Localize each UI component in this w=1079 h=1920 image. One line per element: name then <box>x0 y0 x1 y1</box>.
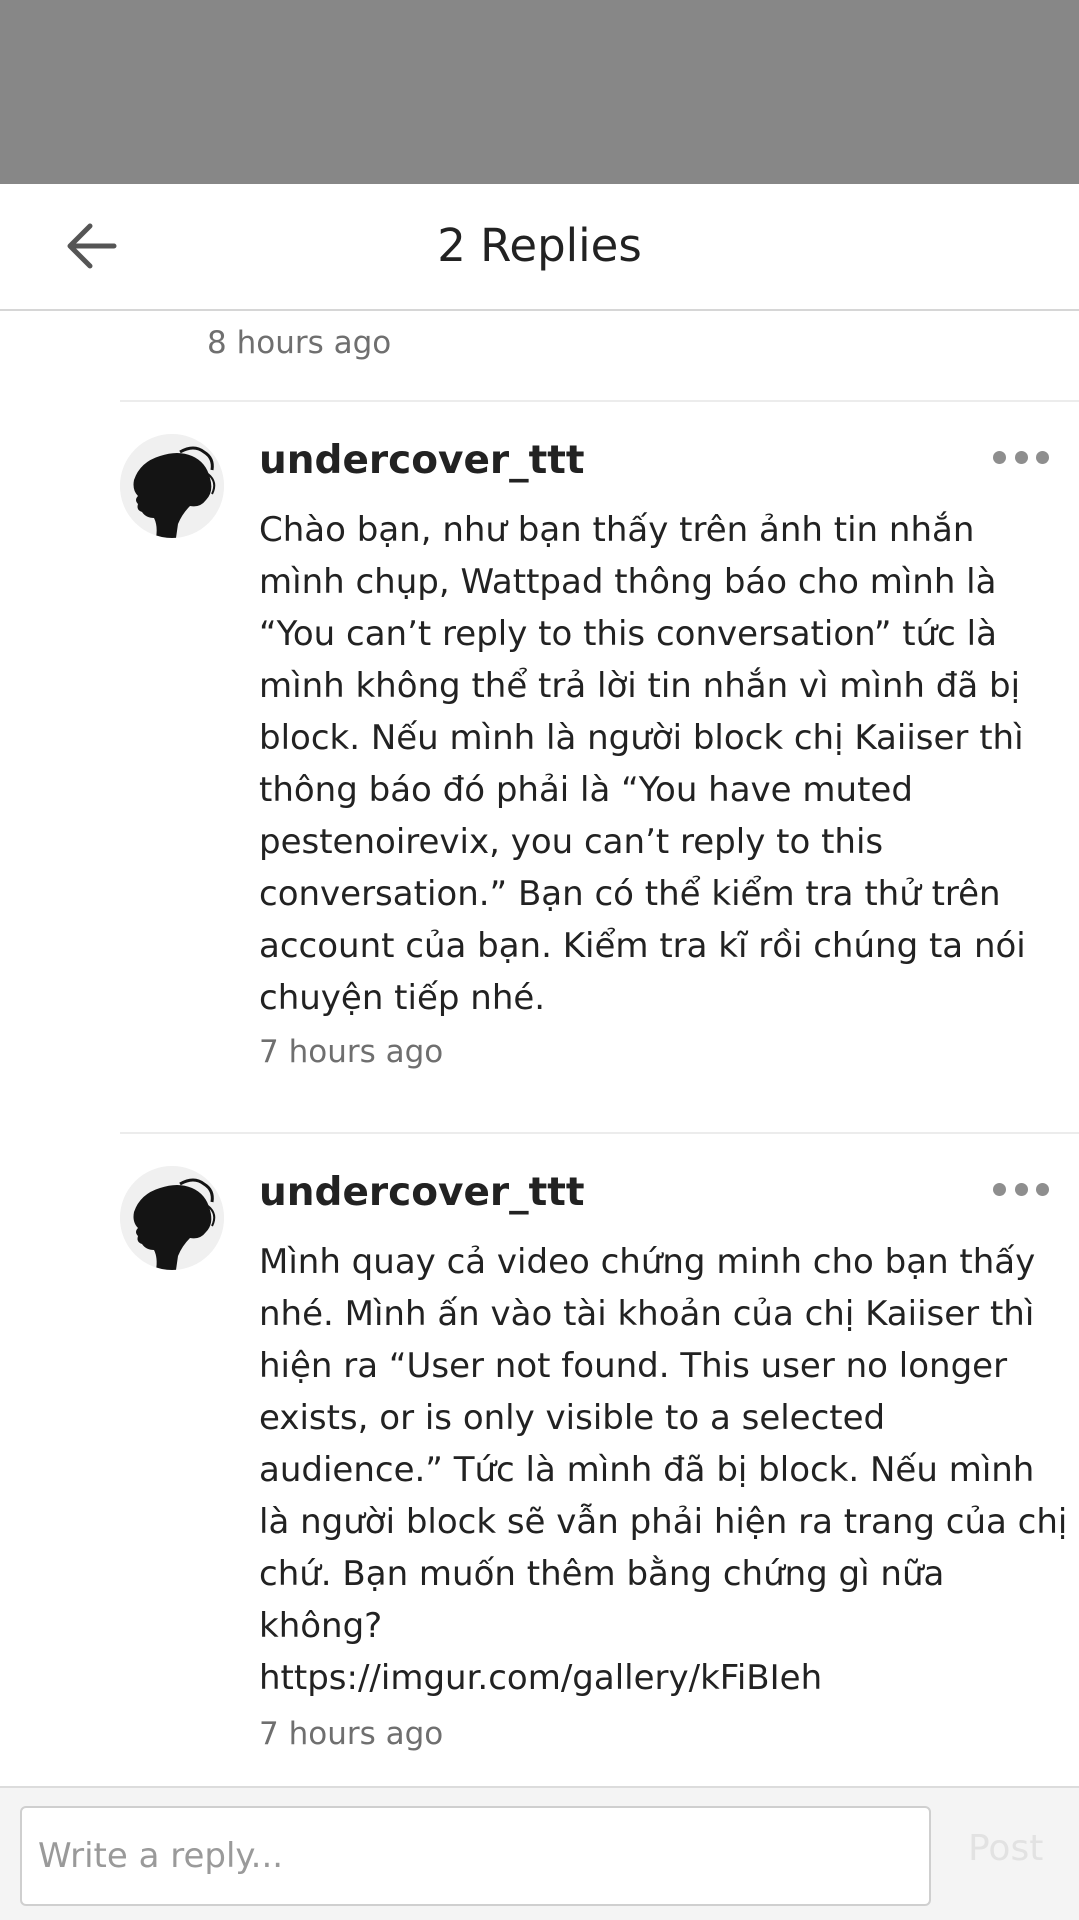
reply-timestamp: 7 hours ago <box>259 1716 444 1752</box>
reply-input[interactable] <box>20 1806 931 1906</box>
reply-link[interactable]: https://imgur.com/gallery/kFiBIeh <box>259 1652 1059 1704</box>
reply-item: undercover_ttt Chào bạn, như bạn thấy tr… <box>120 400 1079 1132</box>
reply-body-line: exists, or is only visible to a selected <box>259 1398 886 1438</box>
reply-item: undercover_ttt Mình quay cả video chứng … <box>120 1132 1079 1786</box>
post-button[interactable]: Post <box>968 1828 1043 1869</box>
reply-body: Chào bạn, như bạn thấy trên ảnh tin nhắn… <box>259 504 1059 1024</box>
reply-username[interactable]: undercover_ttt <box>259 1170 585 1215</box>
reply-body-line: chuyện tiếp nhé. <box>259 978 546 1018</box>
more-dot <box>1036 450 1049 464</box>
reply-body-line: thông báo đó phải là “You have muted <box>259 770 913 810</box>
reply-body-line: “You can’t reply to this conversation” t… <box>259 614 997 654</box>
more-dot <box>1014 450 1028 464</box>
reply-body-line: hiện ra “User not found. This user no lo… <box>259 1346 1008 1386</box>
reply-body-line: chứ. Bạn muốn thêm bằng chứng gì nữa <box>259 1554 945 1594</box>
reply-body-line: audience.” Tức là mình đã bị block. Nếu … <box>259 1450 1035 1490</box>
reply-body-line: là người block sẽ vẫn phải hiện ra trang… <box>259 1502 1068 1542</box>
reply-body-line: nhé. Mình ấn vào tài khoản của chị Kaiis… <box>259 1294 1035 1334</box>
more-options-button[interactable] <box>993 446 1049 468</box>
user-avatar[interactable] <box>120 434 224 538</box>
reply-body-line: mình không thể trả lời tin nhắn vì mình … <box>259 666 1021 706</box>
reply-body-line: pestenoirevix, you can’t reply to this <box>259 822 884 862</box>
page-title: 2 Replies <box>437 219 642 272</box>
replies-list[interactable]: 8 hours ago undercover_ttt Chào bạn, như… <box>0 311 1079 1786</box>
user-avatar[interactable] <box>120 1166 224 1270</box>
replies-header: 2 Replies <box>0 184 1079 311</box>
more-dot <box>1036 1182 1049 1196</box>
reply-body-line: conversation.” Bạn có thể kiểm tra thử t… <box>259 874 1001 914</box>
reply-body-line: block. Nếu mình là người block chị Kaiis… <box>259 718 1024 758</box>
reply-body: Mình quay cả video chứng minh cho bạn th… <box>259 1236 1068 1704</box>
more-dot <box>1014 1182 1028 1196</box>
reply-body-line: Chào bạn, như bạn thấy trên ảnh tin nhắn <box>259 510 975 550</box>
reply-body-line: Mình quay cả video chứng minh cho bạn th… <box>259 1242 1036 1282</box>
previous-comment-timestamp: 8 hours ago <box>207 325 392 361</box>
avatar-silhouette-icon <box>120 1166 224 1270</box>
more-horizontal-icon <box>993 1182 1006 1196</box>
reply-body-line: account của bạn. Kiểm tra kĩ rồi chúng t… <box>259 926 1026 966</box>
more-options-button[interactable] <box>993 1178 1049 1200</box>
reply-body-line: không? <box>259 1606 383 1646</box>
reply-timestamp: 7 hours ago <box>259 1034 444 1070</box>
reply-compose-bar: Post <box>0 1786 1079 1920</box>
reply-username[interactable]: undercover_ttt <box>259 438 585 483</box>
dimmed-background-overlay[interactable] <box>0 0 1079 184</box>
more-horizontal-icon <box>993 450 1006 464</box>
avatar-silhouette-icon <box>120 434 224 538</box>
reply-body-line: mình chụp, Wattpad thông báo cho mình là <box>259 562 997 602</box>
